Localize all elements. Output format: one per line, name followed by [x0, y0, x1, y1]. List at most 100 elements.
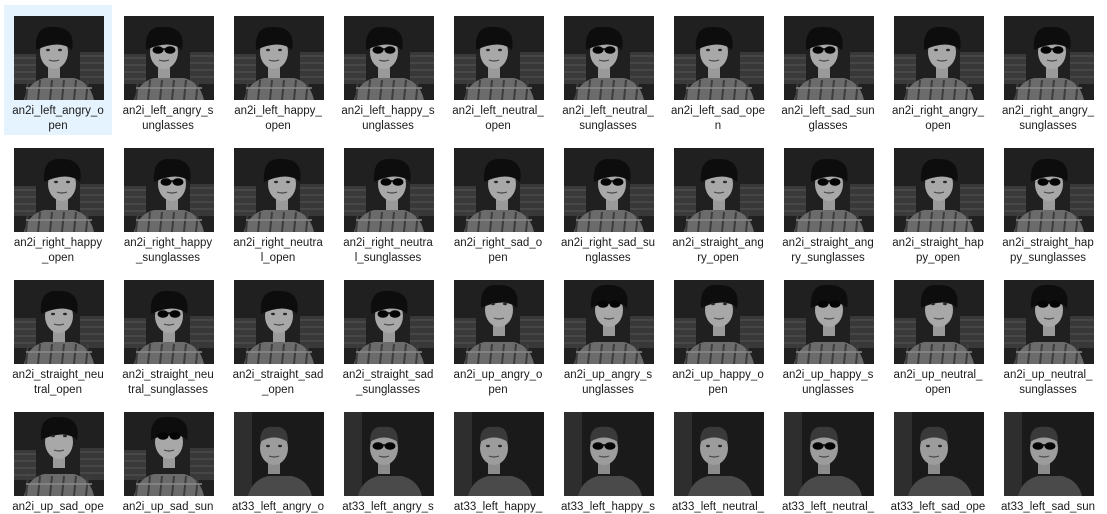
file-name-line-1: an2i_left_happy_s — [341, 105, 435, 117]
file-item[interactable]: an2i_left_sad_ope n — [664, 5, 772, 135]
file-name-label: an2i_left_happy_ open — [224, 104, 332, 134]
file-name-line-2: unglasses — [142, 120, 194, 132]
file-thumbnail — [894, 280, 984, 364]
file-thumbnail — [784, 412, 874, 496]
file-thumbnail — [1004, 16, 1094, 100]
file-name-line-1: at33_left_sad_ope — [890, 501, 986, 513]
file-item[interactable]: an2i_up_angry_o pen — [444, 269, 552, 399]
file-item[interactable]: an2i_left_neutral_ sunglasses — [554, 5, 662, 135]
file-name-label: an2i_left_angry_open — [4, 104, 112, 134]
file-name-label: an2i_left_happy_s unglasses — [334, 104, 442, 134]
file-item[interactable]: an2i_right_angry_ sunglasses — [994, 5, 1102, 135]
file-name-label: an2i_up_neutral_ open — [884, 368, 992, 398]
file-name-label: an2i_straight_hap py_sunglasses — [994, 236, 1102, 266]
file-item[interactable]: an2i_left_neutral_ open — [444, 5, 552, 135]
file-thumbnail — [344, 412, 434, 496]
file-item[interactable]: an2i_straight_ang ry_sunglasses — [774, 137, 882, 267]
file-item[interactable]: at33_left_angry_s — [334, 401, 442, 514]
file-item[interactable]: an2i_right_neutra l_open — [224, 137, 332, 267]
file-name-label: at33_left_neutral_ — [664, 500, 772, 514]
file-item[interactable]: an2i_left_sad_sunglasses — [774, 5, 882, 135]
file-item[interactable]: an2i_right_angry_ open — [884, 5, 992, 135]
file-name-label: an2i_up_happy_s unglasses — [774, 368, 882, 398]
file-name-label: an2i_left_neutral_ sunglasses — [554, 104, 662, 134]
file-item[interactable]: an2i_straight_ang ry_open — [664, 137, 772, 267]
file-thumbnail — [454, 148, 544, 232]
file-item[interactable]: an2i_right_sad_o pen — [444, 137, 552, 267]
file-name-line-2: n — [714, 120, 722, 132]
file-thumbnail — [674, 148, 764, 232]
file-name-line-2: py_sunglasses — [1009, 252, 1087, 264]
file-name-line-2: pen — [48, 120, 68, 132]
file-name-label: an2i_left_sad_sunglasses — [774, 104, 882, 134]
file-item[interactable]: an2i_left_angry_s unglasses — [114, 5, 222, 135]
file-name-line-1: an2i_right_angry_ — [891, 105, 985, 117]
file-item[interactable]: an2i_straight_neu tral_sunglasses — [114, 269, 222, 399]
file-item[interactable]: at33_left_sad_ope — [884, 401, 992, 514]
file-name-line-1: an2i_up_angry_s — [563, 369, 653, 381]
file-name-line-2: _sunglasses — [356, 384, 420, 396]
file-thumbnail — [14, 16, 104, 100]
file-item[interactable]: an2i_left_angry_open — [4, 5, 112, 135]
file-name-label: an2i_straight_ang ry_open — [664, 236, 772, 266]
file-thumbnail — [454, 412, 544, 496]
file-name-line-1: an2i_up_happy_o — [672, 369, 764, 381]
file-item[interactable]: an2i_up_happy_s unglasses — [774, 269, 882, 399]
file-item[interactable]: at33_left_angry_o — [224, 401, 332, 514]
file-item[interactable]: an2i_right_happy _open — [4, 137, 112, 267]
file-item[interactable]: an2i_left_happy_s unglasses — [334, 5, 442, 135]
file-name-line-2: pen — [708, 384, 728, 396]
file-item[interactable]: an2i_right_sad_su nglasses — [554, 137, 662, 267]
file-item[interactable]: an2i_straight_sad _open — [224, 269, 332, 399]
file-thumbnail — [454, 280, 544, 364]
file-name-line-1: at33_left_neutral_ — [781, 501, 875, 513]
file-name-line-2: unglasses — [582, 384, 634, 396]
file-item[interactable]: at33_left_sad_sun — [994, 401, 1102, 514]
file-item[interactable]: an2i_up_neutral_ open — [884, 269, 992, 399]
file-item[interactable]: an2i_right_happy _sunglasses — [114, 137, 222, 267]
file-name-label: at33_left_happy_s — [554, 500, 662, 514]
file-item[interactable]: an2i_straight_neu tral_open — [4, 269, 112, 399]
file-item[interactable]: an2i_up_happy_open — [664, 269, 772, 399]
file-name-label: an2i_straight_neu tral_sunglasses — [114, 368, 222, 398]
file-name-line-1: an2i_straight_ang — [782, 237, 874, 249]
file-name-line-1: an2i_right_happy — [13, 237, 103, 249]
file-item[interactable]: an2i_up_neutral_ sunglasses — [994, 269, 1102, 399]
file-name-label: an2i_left_angry_s unglasses — [114, 104, 222, 134]
file-item[interactable]: an2i_right_neutra l_sunglasses — [334, 137, 442, 267]
file-thumbnail — [14, 148, 104, 232]
file-name-line-1: an2i_straight_hap — [1002, 237, 1094, 249]
file-name-label: an2i_right_happy _open — [4, 236, 112, 266]
file-item[interactable]: an2i_straight_hap py_sunglasses — [994, 137, 1102, 267]
file-item[interactable]: at33_left_neutral_ — [664, 401, 772, 514]
file-item[interactable]: an2i_up_sad_sun — [114, 401, 222, 514]
file-name-line-1: an2i_up_sad_ope — [12, 501, 104, 513]
file-name-line-2: _sunglasses — [136, 252, 200, 264]
file-name-line-2: glasses — [808, 120, 848, 132]
file-item[interactable]: an2i_straight_sad _sunglasses — [334, 269, 442, 399]
file-item[interactable]: an2i_left_happy_ open — [224, 5, 332, 135]
file-name-line-2: open — [485, 120, 511, 132]
file-thumbnail — [564, 148, 654, 232]
file-item[interactable]: at33_left_happy_ — [444, 401, 552, 514]
file-item[interactable]: at33_left_happy_s — [554, 401, 662, 514]
file-name-label: an2i_right_angry_ sunglasses — [994, 104, 1102, 134]
file-name-label: an2i_right_sad_o pen — [444, 236, 552, 266]
file-thumbnail — [1004, 280, 1094, 364]
file-thumbnail — [674, 16, 764, 100]
file-name-line-1: an2i_left_neutral_ — [562, 105, 654, 117]
file-name-label: at33_left_happy_ — [444, 500, 552, 514]
file-thumbnail — [14, 280, 104, 364]
file-name-line-2: open — [265, 120, 291, 132]
file-name-line-1: an2i_left_angry_o — [12, 105, 104, 117]
file-item[interactable]: an2i_up_sad_ope — [4, 401, 112, 514]
file-name-line-1: an2i_left_sad_sun — [781, 105, 875, 117]
file-name-label: an2i_straight_hap py_open — [884, 236, 992, 266]
file-item[interactable]: an2i_up_angry_s unglasses — [554, 269, 662, 399]
file-item[interactable]: at33_left_neutral_ — [774, 401, 882, 514]
file-name-line-2: pen — [488, 384, 508, 396]
file-name-label: an2i_straight_sad _open — [224, 368, 332, 398]
file-item[interactable]: an2i_straight_hap py_open — [884, 137, 992, 267]
file-name-line-1: an2i_right_happy — [123, 237, 213, 249]
file-name-label: at33_left_sad_ope — [884, 500, 992, 514]
